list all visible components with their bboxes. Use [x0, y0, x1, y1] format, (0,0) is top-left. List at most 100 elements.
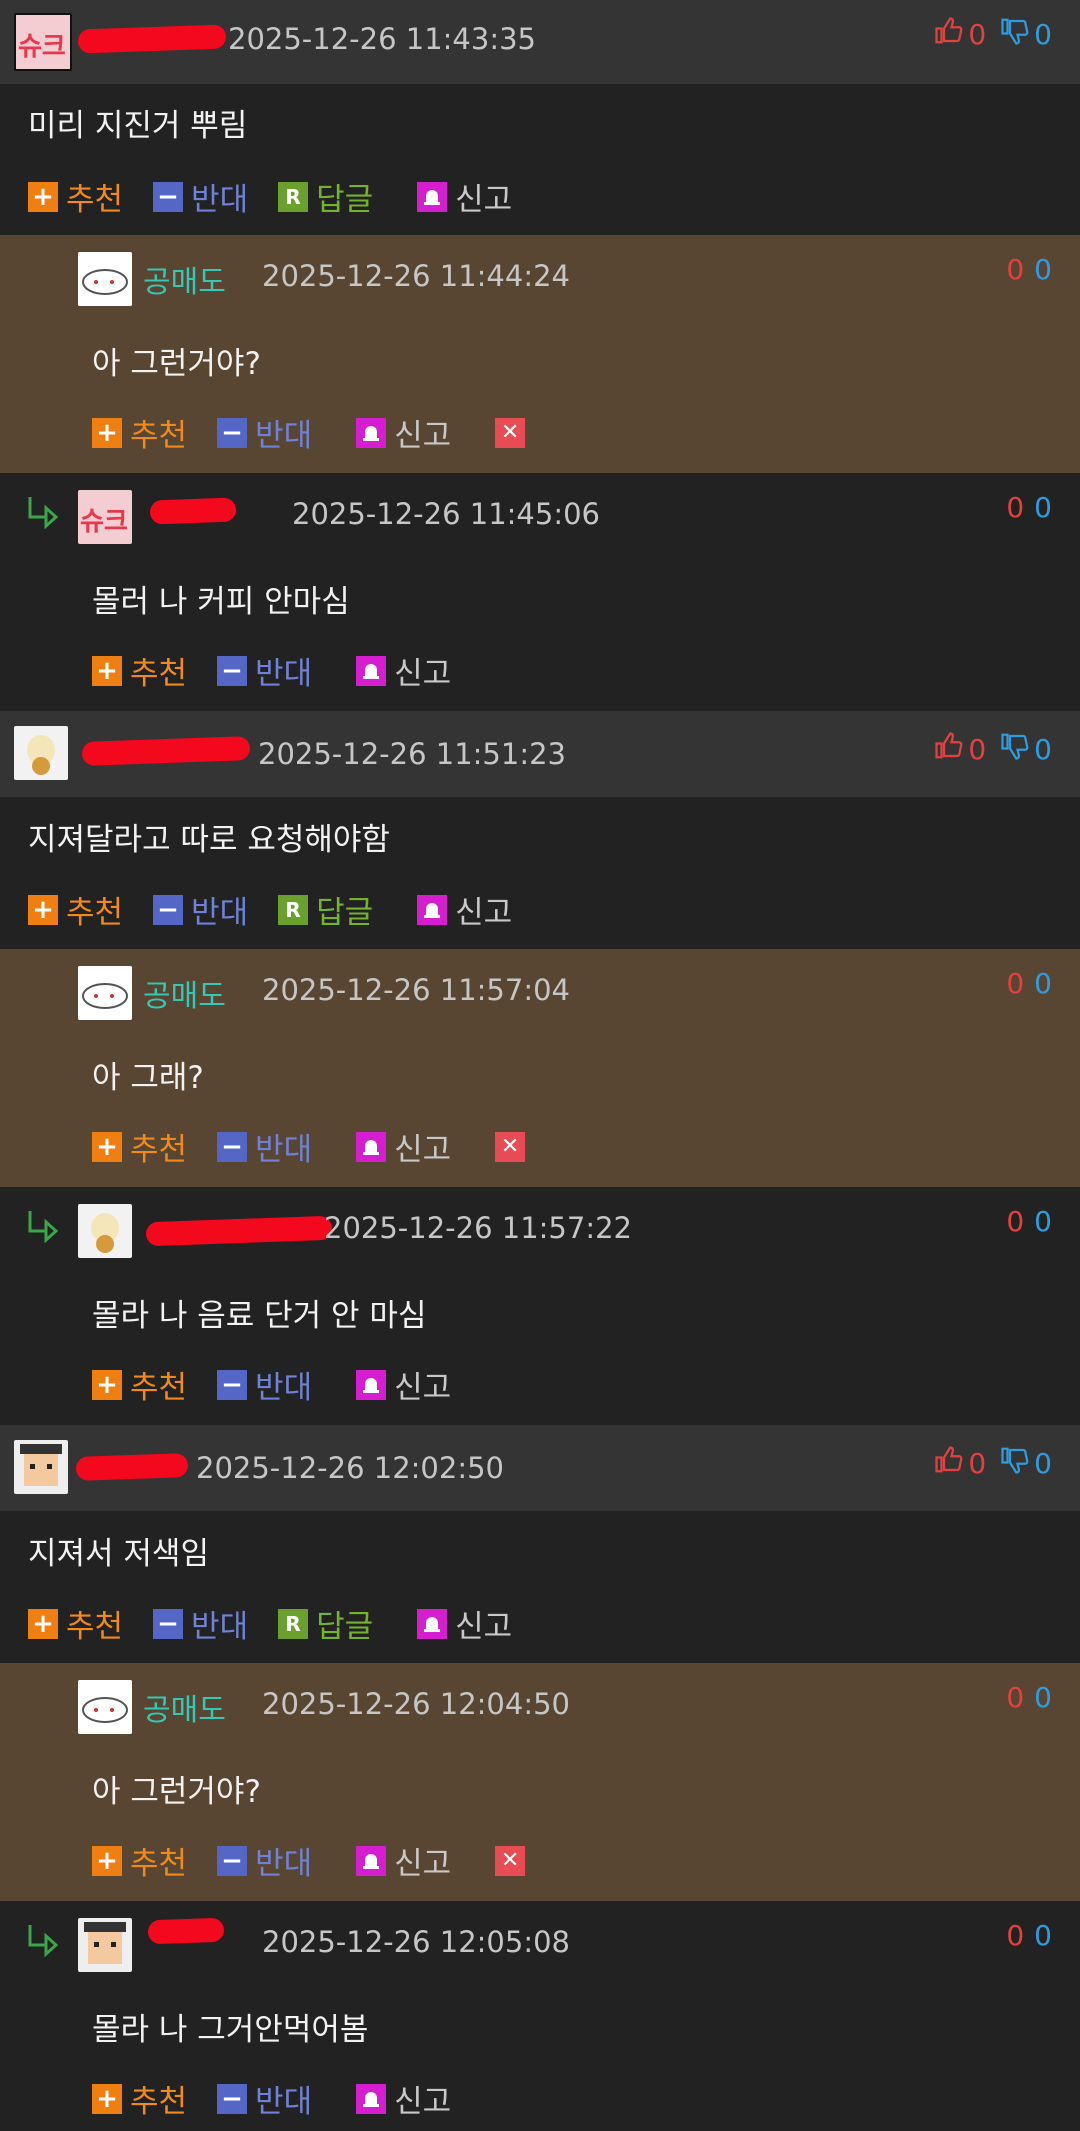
comment-text: 아 그런거야? — [92, 346, 261, 382]
avatar[interactable] — [14, 1440, 68, 1494]
comment-nickname[interactable]: 공매도 — [143, 257, 226, 301]
report-label: 신고 — [394, 1370, 452, 1406]
avatar[interactable]: 슈크 — [78, 490, 132, 544]
report-button[interactable]: 신고 — [417, 887, 512, 932]
oppose-button[interactable]: − 반대 — [217, 1124, 312, 1169]
report-button[interactable]: 신고 — [356, 2076, 451, 2121]
comment-nickname[interactable]: 공매도 — [143, 971, 226, 1015]
comment-actions: + 추천 − 반대 신고 — [92, 2076, 481, 2121]
recommend-button[interactable]: + 추천 — [92, 1362, 187, 1407]
minus-icon: − — [153, 1608, 184, 1639]
comment-item: 2025-12-26 12:02:50 0 0 지져서 저색임 + 추천 − 반대 … — [0, 1425, 1080, 1663]
report-button[interactable]: 신고 — [356, 648, 451, 693]
siren-icon — [356, 1131, 387, 1162]
recommend-button[interactable]: + 추천 — [28, 887, 123, 932]
oppose-button[interactable]: − 반대 — [217, 1838, 312, 1883]
recommend-button[interactable]: + 추천 — [92, 648, 187, 693]
siren-icon — [417, 1608, 448, 1639]
avatar[interactable] — [78, 252, 132, 306]
minus-icon: − — [153, 181, 184, 212]
comment-nickname[interactable]: 공매도 — [143, 1685, 226, 1729]
downvote-count: 0 — [1034, 253, 1052, 286]
report-button[interactable]: 신고 — [356, 410, 451, 455]
oppose-label: 반대 — [191, 1609, 249, 1645]
oppose-button[interactable]: − 반대 — [153, 887, 248, 932]
report-button[interactable]: 신고 — [356, 1838, 451, 1883]
plus-icon: + — [28, 181, 58, 212]
downvote-count: 0 — [1034, 18, 1052, 51]
reply-button[interactable]: R 답글 — [278, 174, 373, 219]
report-button[interactable]: 신고 — [356, 1124, 451, 1169]
oppose-label: 반대 — [255, 656, 313, 692]
report-label: 신고 — [394, 418, 452, 454]
siren-icon — [417, 894, 448, 925]
oppose-button[interactable]: − 반대 — [153, 174, 248, 219]
thumb-down-icon[interactable] — [1000, 1445, 1030, 1482]
reply-badge-icon: R — [278, 181, 309, 212]
reply-badge-icon: R — [278, 1608, 309, 1639]
recommend-label: 추천 — [130, 1846, 188, 1882]
oppose-button[interactable]: − 반대 — [217, 1362, 312, 1407]
thumb-down-icon[interactable] — [1000, 731, 1030, 768]
siren-icon — [356, 1845, 387, 1876]
comment-item: 슈크 2025-12-26 11:45:06 0 0 몰러 나 커피 안마심 +… — [0, 473, 1080, 711]
comment-actions: + 추천 − 반대 R 답글 신고 — [28, 174, 542, 219]
upvote-count: 0 — [1006, 1205, 1025, 1238]
downvote-count: 0 — [1034, 1681, 1052, 1714]
delete-button[interactable]: ✕ — [495, 417, 526, 448]
oppose-label: 반대 — [255, 1132, 313, 1168]
comment-time: 2025-12-26 12:05:08 — [262, 1925, 570, 1959]
reply-label: 답글 — [316, 182, 374, 218]
report-label: 신고 — [394, 1132, 452, 1168]
avatar[interactable]: 슈크 — [14, 13, 72, 71]
avatar[interactable] — [78, 1204, 132, 1258]
recommend-button[interactable]: + 추천 — [28, 174, 123, 219]
thumb-up-icon[interactable] — [934, 16, 964, 53]
upvote-count: 0 — [968, 1447, 987, 1480]
reply-label: 답글 — [316, 895, 374, 931]
minus-icon: − — [217, 1131, 248, 1162]
report-button[interactable]: 신고 — [356, 1362, 451, 1407]
avatar[interactable] — [78, 966, 132, 1020]
downvote-count: 0 — [1034, 1919, 1052, 1952]
comment-time: 2025-12-26 11:43:35 — [228, 22, 536, 56]
recommend-label: 추천 — [66, 182, 124, 218]
comment-text: 미리 지진거 뿌림 — [28, 108, 248, 144]
avatar[interactable] — [14, 726, 68, 780]
oppose-button[interactable]: − 반대 — [153, 1601, 248, 1646]
report-button[interactable]: 신고 — [417, 174, 512, 219]
recommend-button[interactable]: + 추천 — [92, 1838, 187, 1883]
report-button[interactable]: 신고 — [417, 1601, 512, 1646]
oppose-button[interactable]: − 반대 — [217, 2076, 312, 2121]
oppose-label: 반대 — [255, 418, 313, 454]
vote-counts: 0 0 — [934, 731, 1052, 768]
oppose-button[interactable]: − 반대 — [217, 410, 312, 455]
comment-item: 공매도 2025-12-26 11:57:04 0 0 아 그래? + 추천 − 반… — [0, 949, 1080, 1187]
upvote-count: 0 — [968, 18, 987, 51]
recommend-label: 추천 — [130, 1132, 188, 1168]
thumb-up-icon[interactable] — [934, 731, 964, 768]
recommend-label: 추천 — [130, 1370, 188, 1406]
reply-button[interactable]: R 답글 — [278, 887, 373, 932]
thumb-up-icon[interactable] — [934, 1445, 964, 1482]
siren-icon — [356, 655, 387, 686]
avatar[interactable] — [78, 1918, 132, 1972]
avatar[interactable] — [78, 1680, 132, 1734]
recommend-button[interactable]: + 추천 — [92, 2076, 187, 2121]
thumb-down-icon[interactable] — [1000, 16, 1030, 53]
recommend-button[interactable]: + 추천 — [92, 1124, 187, 1169]
delete-button[interactable]: ✕ — [495, 1131, 526, 1162]
comment-text: 지져달라고 따로 요청해야함 — [28, 822, 390, 858]
oppose-label: 반대 — [255, 1370, 313, 1406]
oppose-button[interactable]: − 반대 — [217, 648, 312, 693]
comment-text: 아 그런거야? — [92, 1774, 261, 1810]
delete-button[interactable]: ✕ — [495, 1845, 526, 1876]
vote-counts: 0 0 — [1006, 967, 1052, 1000]
downvote-count: 0 — [1034, 1205, 1052, 1238]
recommend-button[interactable]: + 추천 — [28, 1601, 123, 1646]
reply-button[interactable]: R 답글 — [278, 1601, 373, 1646]
vote-counts: 0 0 — [1006, 491, 1052, 524]
downvote-count: 0 — [1034, 967, 1052, 1000]
report-label: 신고 — [394, 1846, 452, 1882]
recommend-button[interactable]: + 추천 — [92, 410, 187, 455]
